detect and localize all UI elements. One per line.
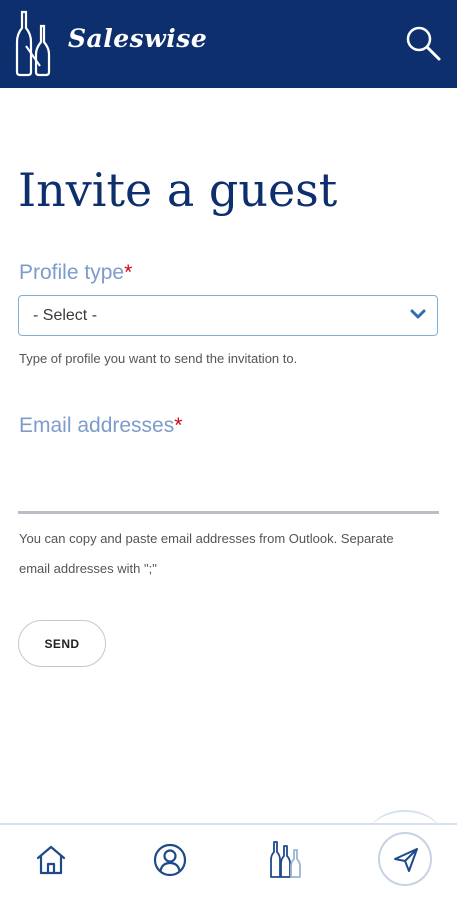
chevron-down-icon [410, 309, 426, 319]
page-title: Invite a guest [18, 163, 338, 217]
email-addresses-label-text: Email addresses [19, 414, 175, 437]
required-mark: * [174, 414, 183, 437]
email-helper-text: You can copy and paste email addresses f… [19, 524, 449, 584]
app-name: Saleswise [68, 24, 208, 53]
email-helper-line-2: email addresses with ";" [19, 561, 157, 576]
home-icon [36, 845, 66, 875]
nav-home-button[interactable] [33, 842, 69, 878]
profile-type-label-text: Profile type [19, 261, 125, 284]
wine-bottles-icon [270, 841, 301, 878]
nav-profile-button[interactable] [152, 842, 188, 878]
send-button[interactable]: SEND [18, 620, 106, 667]
user-profile-icon [153, 843, 187, 877]
nav-send-button[interactable] [378, 832, 432, 886]
email-addresses-input[interactable] [18, 456, 439, 514]
profile-type-selected-value: - Select - [33, 307, 98, 324]
profile-type-label: Profile type* [19, 261, 132, 285]
search-button[interactable] [404, 24, 442, 62]
required-mark: * [124, 261, 133, 284]
app-header: Saleswise [0, 0, 457, 88]
email-helper-line-1: You can copy and paste email addresses f… [19, 531, 394, 546]
email-addresses-label: Email addresses* [19, 414, 182, 438]
wine-bottles-logo-icon [15, 10, 51, 77]
profile-type-helper-text: Type of profile you want to send the inv… [19, 351, 298, 366]
nav-wines-button[interactable] [268, 840, 304, 880]
send-icon [394, 848, 418, 872]
search-icon [406, 26, 441, 61]
profile-type-select[interactable]: - Select - [18, 295, 438, 336]
